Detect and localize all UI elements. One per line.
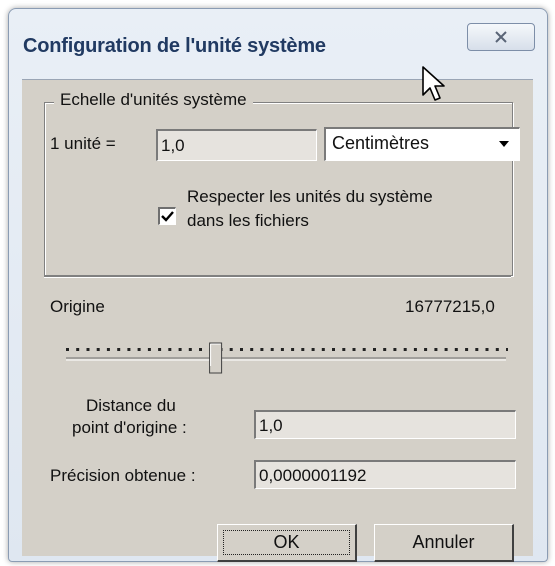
slider-tick [158,348,162,351]
dialog-title: Configuration de l'unité système [23,35,326,57]
cancel-button-label: Annuler [412,532,475,552]
slider-tick [383,348,387,351]
slider-tick [260,348,264,351]
slider-tick [454,348,458,351]
chevron-down-icon[interactable] [491,131,517,157]
unit-label: 1 unité = [50,134,116,153]
scale-group-title: Echelle d'unités système [54,90,253,110]
slider-tick [96,348,100,351]
respect-units-label-line2: dans les fichiers [187,211,309,230]
unit-setup-dialog: Configuration de l'unité système Echelle… [8,8,548,562]
slider-tick [188,348,192,351]
slider-tick [229,348,233,351]
origin-slider[interactable] [66,330,508,380]
focus-ring [223,530,350,555]
slider-tick [362,348,366,351]
slider-tick [240,348,243,351]
slider-tick [424,348,428,351]
slider-tick [66,348,69,351]
distance-label-line1: Distance du [86,396,176,415]
slider-tick [403,348,407,351]
slider-tick [106,348,110,351]
slider-tick [117,348,121,351]
slider-tick [332,348,335,351]
slider-thumb[interactable] [209,342,223,374]
respect-units-checkbox[interactable] [158,207,176,225]
precision-input[interactable]: 0,0000001192 [254,460,516,489]
precision-label: Précision obtenue : [50,466,196,485]
slider-tick [250,348,254,351]
distance-input[interactable]: 1,0 [254,410,516,439]
section-divider [44,276,511,278]
close-button[interactable] [467,23,535,51]
cancel-button[interactable]: Annuler [374,524,514,562]
respect-units-label-line1: Respecter les unités du système [187,187,433,206]
slider-tick [413,348,417,351]
origin-label: Origine [50,297,105,316]
slider-tick [291,348,295,351]
slider-tick [147,348,151,351]
slider-tick [168,348,172,351]
slider-tick [280,348,284,351]
slider-tick [199,348,202,351]
mouse-cursor-icon [422,66,445,101]
slider-tick [475,348,479,351]
slider-tick [127,348,131,351]
unit-select[interactable]: Centimètres [324,127,520,161]
slider-tick [86,348,90,351]
slider-tick [76,348,80,351]
distance-label-line2: point d'origine : [72,418,187,437]
slider-tick [373,348,376,351]
close-icon [495,31,507,43]
slider-tick [270,348,274,351]
slider-tick [485,348,489,351]
dialog-body: Echelle d'unités système 1 unité = 1,0 C… [22,79,533,562]
slider-tick [495,348,499,351]
slider-tick [311,348,315,351]
unit-value-input[interactable]: 1,0 [156,129,317,161]
slider-tick [301,348,305,351]
slider-tick [342,348,346,351]
slider-tick [465,348,469,351]
origin-value: 16777215,0 [405,297,495,316]
slider-tick [352,348,356,351]
slider-tick [137,348,141,351]
slider-tick [178,348,182,351]
check-icon [161,211,174,222]
slider-tick [434,348,438,351]
slider-tick [506,348,508,351]
slider-tick [444,348,448,351]
unit-select-value: Centimètres [332,133,430,153]
slider-tick [321,348,325,351]
ok-button[interactable]: OK [217,524,357,562]
slider-tick [393,348,397,351]
